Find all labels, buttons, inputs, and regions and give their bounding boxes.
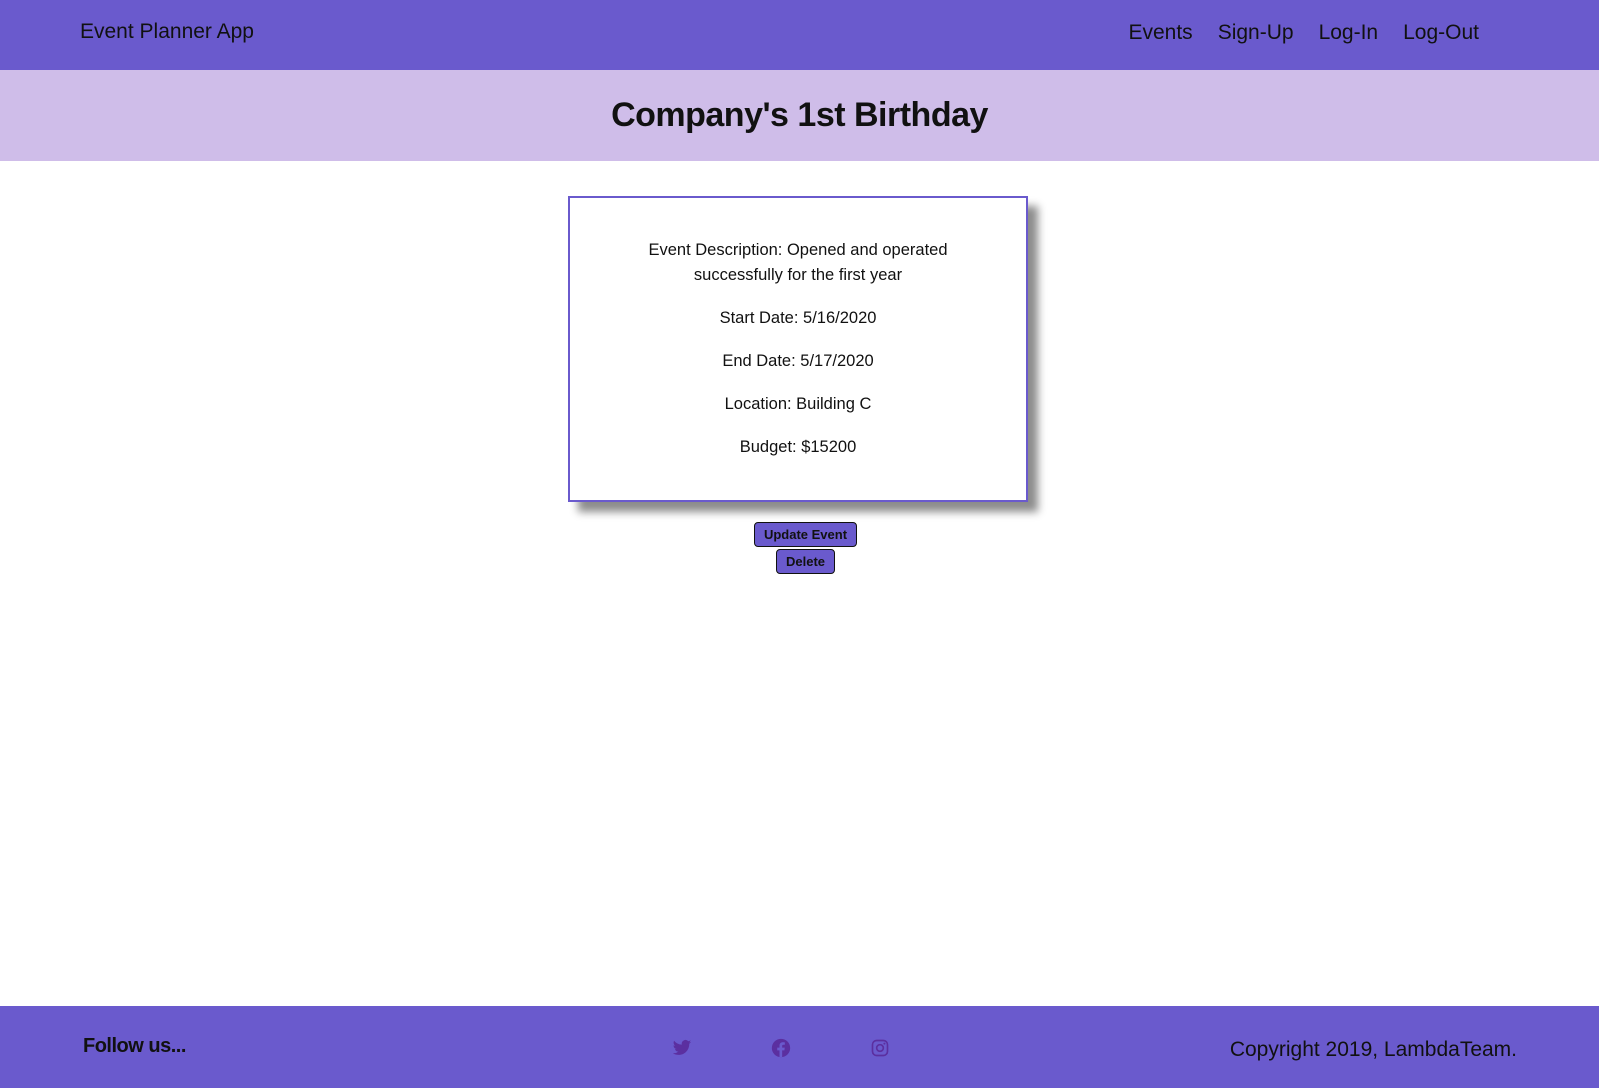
update-event-button[interactable]: Update Event bbox=[753, 522, 858, 547]
facebook-icon[interactable] bbox=[771, 1038, 791, 1058]
copyright-text: Copyright 2019, LambdaTeam. bbox=[1229, 1038, 1517, 1061]
follow-us-label: Follow us... bbox=[83, 1035, 186, 1057]
event-start-date: Start Date: 5/16/2020 bbox=[719, 309, 877, 327]
social-links bbox=[672, 1038, 890, 1058]
footer: Follow us... Copyright 2019, LambdaTeam. bbox=[0, 1006, 1599, 1088]
event-end-date: End Date: 5/17/2020 bbox=[722, 352, 874, 370]
event-actions: Update Event Delete bbox=[0, 522, 1599, 574]
twitter-icon[interactable] bbox=[672, 1038, 692, 1058]
nav-events-link[interactable]: Events bbox=[1128, 21, 1192, 45]
top-navbar: Event Planner App Events Sign-Up Log-In … bbox=[0, 0, 1599, 70]
nav-login-link[interactable]: Log-In bbox=[1319, 21, 1379, 45]
nav-signup-link[interactable]: Sign-Up bbox=[1218, 21, 1294, 45]
main-nav: Events Sign-Up Log-In Log-Out bbox=[1128, 21, 1479, 45]
instagram-icon[interactable] bbox=[870, 1038, 890, 1058]
brand-link[interactable]: Event Planner App bbox=[80, 20, 254, 44]
event-details-card: Event Description: Opened and operated s… bbox=[568, 196, 1028, 502]
nav-logout-link[interactable]: Log-Out bbox=[1403, 21, 1479, 45]
event-title: Company's 1st Birthday bbox=[611, 96, 988, 134]
event-description: Event Description: Opened and operated s… bbox=[648, 241, 948, 284]
delete-event-button[interactable]: Delete bbox=[775, 549, 836, 574]
event-budget: Budget: $15200 bbox=[739, 438, 857, 456]
event-title-banner: Company's 1st Birthday bbox=[0, 70, 1599, 161]
event-location: Location: Building C bbox=[724, 395, 872, 413]
